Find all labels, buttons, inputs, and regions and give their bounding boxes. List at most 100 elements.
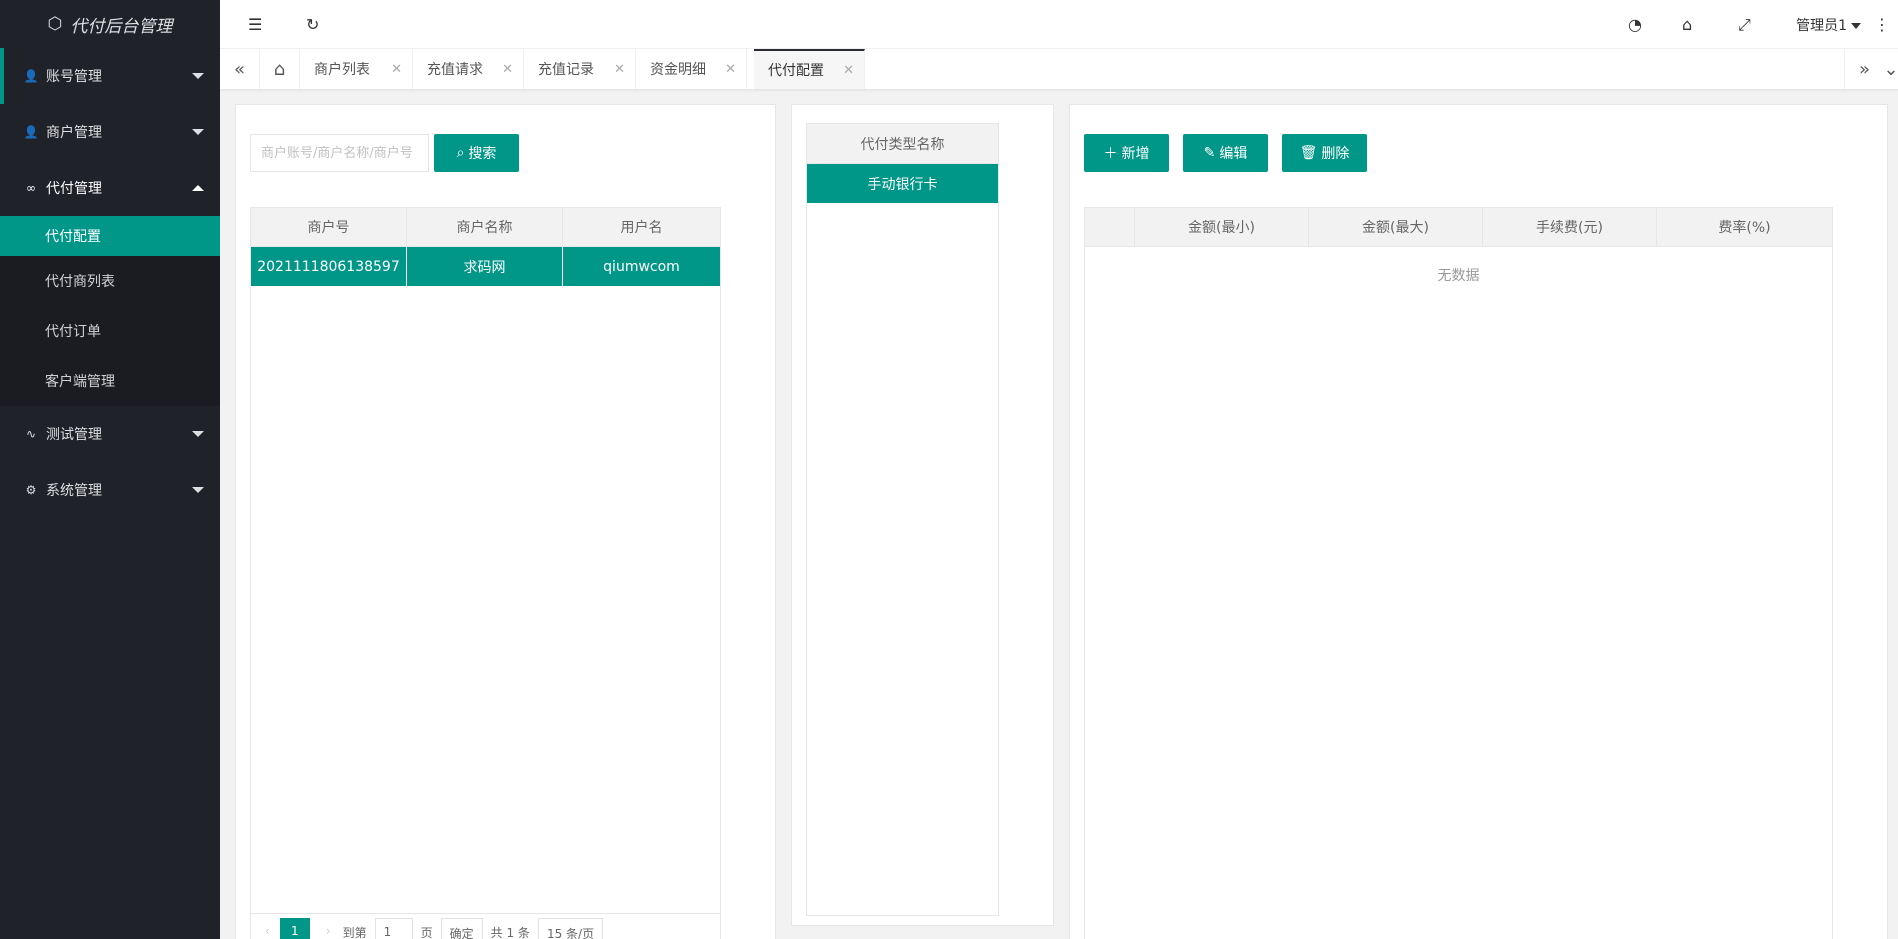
goto-suffix: 页 bbox=[420, 926, 433, 939]
sidebar-item-label: 测试管理 bbox=[46, 427, 102, 443]
palette-icon[interactable]: ◔ bbox=[1628, 15, 1642, 34]
merchant-table: 商户号 商户名称 用户名 2021111806138597 求码网 qiumwc… bbox=[250, 207, 721, 939]
column-header[interactable]: 用户名 bbox=[563, 208, 720, 246]
more-vertical-icon[interactable]: ⋮ bbox=[1874, 15, 1890, 34]
tab-fund-details[interactable]: 资金明细 ✕ bbox=[636, 49, 747, 89]
edit-button[interactable]: ✎ 编辑 bbox=[1183, 134, 1268, 172]
tab-label: 充值请求 bbox=[427, 62, 483, 78]
close-icon[interactable]: ✕ bbox=[391, 62, 402, 77]
close-icon[interactable]: ✕ bbox=[502, 62, 513, 77]
sidebar-subitem-clients[interactable]: 客户端管理 bbox=[0, 356, 220, 406]
sidebar-item-payout[interactable]: ∞ 代付管理 bbox=[0, 160, 220, 216]
sidebar-item-label: 商户管理 bbox=[46, 125, 102, 141]
menu-fold-icon[interactable]: ☰ bbox=[248, 15, 262, 34]
delete-button[interactable]: 🗑 删除 bbox=[1282, 134, 1367, 172]
tab-bar: « ⌂ 商户列表 ✕ 充值请求 ✕ 充值记录 ✕ 资金明细 ✕ 代付配置 ✕ » ⌄ bbox=[220, 49, 1898, 90]
chevron-down-icon bbox=[192, 487, 204, 493]
tabs-dropdown-icon[interactable]: ⌄ bbox=[1883, 49, 1898, 89]
prev-page-icon[interactable]: ‹ bbox=[265, 924, 270, 938]
column-header[interactable]: 商户名称 bbox=[407, 208, 563, 246]
payout-type-item[interactable]: 手动银行卡 bbox=[807, 164, 998, 203]
sidebar-subitem-payout-providers[interactable]: 代付商列表 bbox=[0, 256, 220, 306]
cube-icon: ⬡ bbox=[47, 14, 63, 34]
table-header: 商户号 商户名称 用户名 bbox=[251, 208, 720, 247]
tab-label: 商户列表 bbox=[314, 62, 370, 78]
user-icon: 👤 bbox=[23, 125, 39, 139]
goto-page-input[interactable]: 1 bbox=[374, 918, 413, 939]
close-icon[interactable]: ✕ bbox=[725, 62, 736, 77]
tab-merchant-list[interactable]: 商户列表 ✕ bbox=[300, 49, 413, 89]
close-icon[interactable]: ✕ bbox=[614, 62, 625, 77]
app-title: 代付后台管理 bbox=[70, 16, 173, 37]
refresh-icon[interactable]: ↻ bbox=[306, 15, 319, 34]
chevron-down-icon bbox=[192, 129, 204, 135]
close-icon[interactable]: ✕ bbox=[843, 63, 854, 78]
sidebar-item-testing[interactable]: ∿ 测试管理 bbox=[0, 406, 220, 462]
sidebar: ⬡ 代付后台管理 👤 账号管理 👤 商户管理 ∞ 代付管理 代付配置 代付商列表… bbox=[0, 0, 220, 939]
checkbox-column-header[interactable] bbox=[1085, 208, 1135, 246]
chevron-down-icon bbox=[192, 73, 204, 79]
gear-icon: ⚙ bbox=[25, 483, 37, 497]
link-icon: ∞ bbox=[26, 181, 36, 195]
tab-payout-config[interactable]: 代付配置 ✕ bbox=[754, 49, 865, 89]
tab-recharge-request[interactable]: 充值请求 ✕ bbox=[413, 49, 524, 89]
empty-state: 无数据 bbox=[1437, 268, 1480, 284]
tabs-scroll-left-icon[interactable]: « bbox=[220, 49, 260, 89]
payout-type-header: 代付类型名称 bbox=[807, 124, 998, 164]
app-logo: ⬡ 代付后台管理 bbox=[0, 0, 220, 48]
tabs-scroll-right-icon[interactable]: » bbox=[1844, 49, 1884, 89]
pagination: ‹ 1 › 到第 1 页 确定 共 1 条 15 条/页 bbox=[251, 918, 611, 939]
caret-down-icon bbox=[1851, 23, 1861, 29]
cell-username: qiumwcom bbox=[603, 258, 680, 275]
tab-recharge-records[interactable]: 充值记录 ✕ bbox=[524, 49, 636, 89]
tab-label: 充值记录 bbox=[538, 62, 594, 78]
goto-confirm-button[interactable]: 确定 bbox=[440, 918, 483, 939]
next-page-icon[interactable]: › bbox=[326, 924, 331, 938]
total-count: 共 1 条 bbox=[490, 926, 530, 939]
user-name: 管理员1 bbox=[1796, 18, 1847, 34]
user-icon: 👤 bbox=[23, 69, 39, 83]
payout-type-list: 代付类型名称 手动银行卡 bbox=[806, 123, 999, 916]
user-menu[interactable]: 管理员1 bbox=[1796, 15, 1861, 35]
tab-label: 代付配置 bbox=[768, 63, 824, 79]
delete-button-label: 删除 bbox=[1321, 146, 1350, 162]
column-header[interactable]: 金额(最小) bbox=[1135, 208, 1309, 246]
chevron-up-icon bbox=[192, 185, 204, 191]
fullscreen-icon[interactable]: ⤢ bbox=[1738, 15, 1751, 35]
sidebar-item-account[interactable]: 👤 账号管理 bbox=[0, 48, 220, 104]
fee-table: 金额(最小) 金额(最大) 手续费(元) 费率(%) 无数据 bbox=[1084, 207, 1833, 939]
sidebar-item-label: 代付管理 bbox=[46, 181, 102, 197]
sidebar-item-system[interactable]: ⚙ 系统管理 bbox=[0, 462, 220, 518]
table-row[interactable]: 2021111806138597 求码网 qiumwcom bbox=[251, 247, 720, 286]
edit-button-label: 编辑 bbox=[1219, 146, 1248, 162]
goto-prefix: 到第 bbox=[342, 926, 367, 939]
home-icon[interactable]: ⌂ bbox=[260, 49, 300, 89]
column-header[interactable]: 商户号 bbox=[251, 208, 407, 246]
add-button-label: 新增 bbox=[1121, 146, 1150, 162]
chevron-down-icon bbox=[192, 431, 204, 437]
search-button[interactable]: ⌕ 搜索 bbox=[434, 134, 519, 172]
cell-merchant-no: 2021111806138597 bbox=[251, 247, 407, 286]
pulse-icon: ∿ bbox=[25, 427, 37, 441]
sidebar-subitem-payout-orders[interactable]: 代付订单 bbox=[0, 306, 220, 356]
search-icon: ⌕ bbox=[456, 145, 465, 161]
sidebar-item-label: 账号管理 bbox=[46, 69, 102, 85]
per-page-select[interactable]: 15 条/页 bbox=[537, 918, 604, 939]
tag-icon[interactable]: ⌂ bbox=[1682, 15, 1692, 34]
column-header[interactable]: 金额(最大) bbox=[1309, 208, 1483, 246]
table-header: 金额(最小) 金额(最大) 手续费(元) 费率(%) bbox=[1085, 208, 1832, 247]
cell-merchant-name: 求码网 bbox=[407, 247, 563, 286]
add-button[interactable]: ＋新增 bbox=[1084, 134, 1169, 172]
trash-icon: 🗑 bbox=[1299, 145, 1318, 161]
pencil-icon: ✎ bbox=[1203, 145, 1216, 161]
page-current[interactable]: 1 bbox=[279, 918, 310, 939]
pager-divider bbox=[251, 913, 720, 914]
sidebar-subitem-payout-config[interactable]: 代付配置 bbox=[0, 216, 220, 256]
tab-label: 资金明细 bbox=[650, 62, 706, 78]
column-header[interactable]: 费率(%) bbox=[1657, 208, 1832, 246]
top-header: ☰ ↻ ◔ ⌂ ⤢ 管理员1 ⋮ bbox=[220, 0, 1898, 49]
sidebar-item-merchant[interactable]: 👤 商户管理 bbox=[0, 104, 220, 160]
column-header[interactable]: 手续费(元) bbox=[1483, 208, 1657, 246]
payout-submenu: 代付配置 代付商列表 代付订单 客户端管理 bbox=[0, 216, 220, 406]
search-input[interactable] bbox=[250, 134, 429, 172]
